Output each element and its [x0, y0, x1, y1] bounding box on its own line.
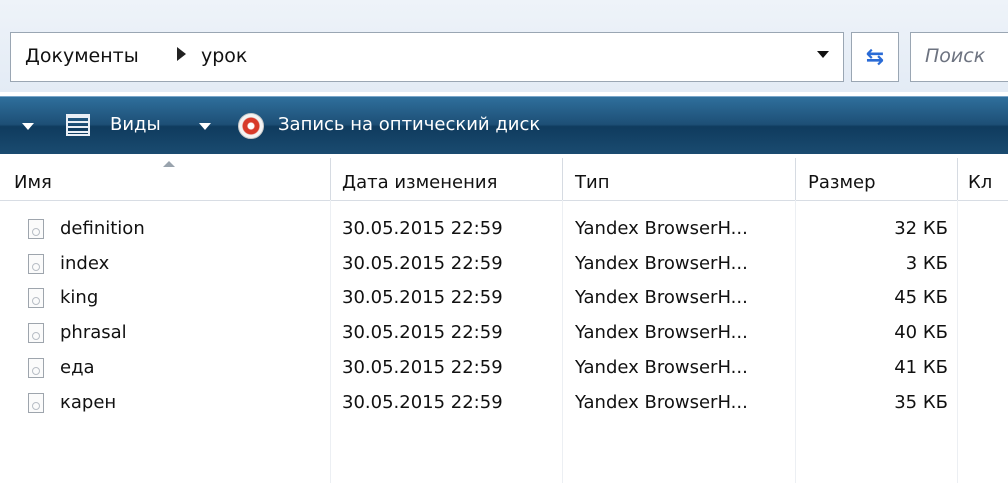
file-date: 30.05.2015 22:59 [342, 357, 503, 378]
file-date: 30.05.2015 22:59 [342, 322, 503, 343]
address-bar[interactable]: Документы урок [10, 32, 844, 82]
file-name: king [60, 287, 99, 308]
file-name: definition [60, 218, 145, 239]
html-file-icon [28, 323, 44, 343]
file-name: index [60, 253, 110, 274]
column-headers: Имя Дата изменения Тип Размер Кл [0, 158, 1008, 201]
command-toolbar: Виды Запись на оптический диск [0, 96, 1008, 154]
column-header-name[interactable]: Имя [14, 158, 52, 200]
file-size: 45 КБ [894, 287, 948, 308]
views-label: Виды [110, 114, 161, 135]
address-bar-area: Документы урок ⇆ Поиск [0, 0, 1008, 92]
file-type: Yandex BrowserH... [575, 392, 748, 413]
file-row[interactable]: карен 30.05.2015 22:59 Yandex BrowserH..… [0, 389, 1008, 421]
column-header-size[interactable]: Размер [808, 158, 876, 200]
file-date: 30.05.2015 22:59 [342, 287, 503, 308]
refresh-button[interactable]: ⇆ [851, 32, 899, 82]
column-header-type[interactable]: Тип [575, 158, 609, 200]
views-icon [66, 114, 90, 136]
file-name: phrasal [60, 322, 127, 343]
file-row[interactable]: еда 30.05.2015 22:59 Yandex BrowserH... … [0, 354, 1008, 386]
file-name: карен [60, 392, 117, 413]
file-row[interactable]: definition 30.05.2015 22:59 Yandex Brows… [0, 215, 1008, 247]
file-name: еда [60, 357, 95, 378]
burn-disc-label: Запись на оптический диск [278, 114, 541, 135]
html-file-icon [28, 288, 44, 308]
file-date: 30.05.2015 22:59 [342, 218, 503, 239]
file-row[interactable]: phrasal 30.05.2015 22:59 Yandex BrowserH… [0, 319, 1008, 351]
file-row[interactable]: king 30.05.2015 22:59 Yandex BrowserH...… [0, 284, 1008, 316]
file-size: 3 КБ [905, 253, 948, 274]
file-type: Yandex BrowserH... [575, 253, 748, 274]
html-file-icon [28, 254, 44, 274]
breadcrumb-separator-icon[interactable] [177, 47, 186, 61]
sort-ascending-icon [163, 161, 175, 167]
dropdown-arrow-icon[interactable] [817, 51, 829, 58]
column-divider[interactable] [562, 158, 563, 200]
column-header-date[interactable]: Дата изменения [342, 158, 497, 200]
html-file-icon [28, 393, 44, 413]
views-arrow-icon[interactable] [199, 123, 211, 130]
html-file-icon [28, 358, 44, 378]
burn-disc-icon [238, 113, 264, 139]
search-input[interactable]: Поиск [910, 32, 1008, 82]
refresh-icon: ⇆ [865, 44, 885, 70]
column-divider[interactable] [957, 158, 958, 200]
html-file-icon [28, 219, 44, 239]
breadcrumb-current-folder[interactable]: урок [201, 45, 247, 67]
column-divider[interactable] [330, 158, 331, 200]
file-row[interactable]: index 30.05.2015 22:59 Yandex BrowserH..… [0, 250, 1008, 282]
file-size: 35 КБ [894, 392, 948, 413]
menu-arrow-icon[interactable] [22, 123, 34, 130]
file-type: Yandex BrowserH... [575, 287, 748, 308]
file-type: Yandex BrowserH... [575, 357, 748, 378]
file-type: Yandex BrowserH... [575, 322, 748, 343]
file-size: 32 КБ [894, 218, 948, 239]
file-size: 41 КБ [894, 357, 948, 378]
breadcrumb-documents[interactable]: Документы [25, 45, 139, 67]
file-date: 30.05.2015 22:59 [342, 253, 503, 274]
column-divider[interactable] [795, 158, 796, 200]
column-header-tags[interactable]: Кл [968, 158, 992, 200]
file-date: 30.05.2015 22:59 [342, 392, 503, 413]
file-size: 40 КБ [894, 322, 948, 343]
file-type: Yandex BrowserH... [575, 218, 748, 239]
